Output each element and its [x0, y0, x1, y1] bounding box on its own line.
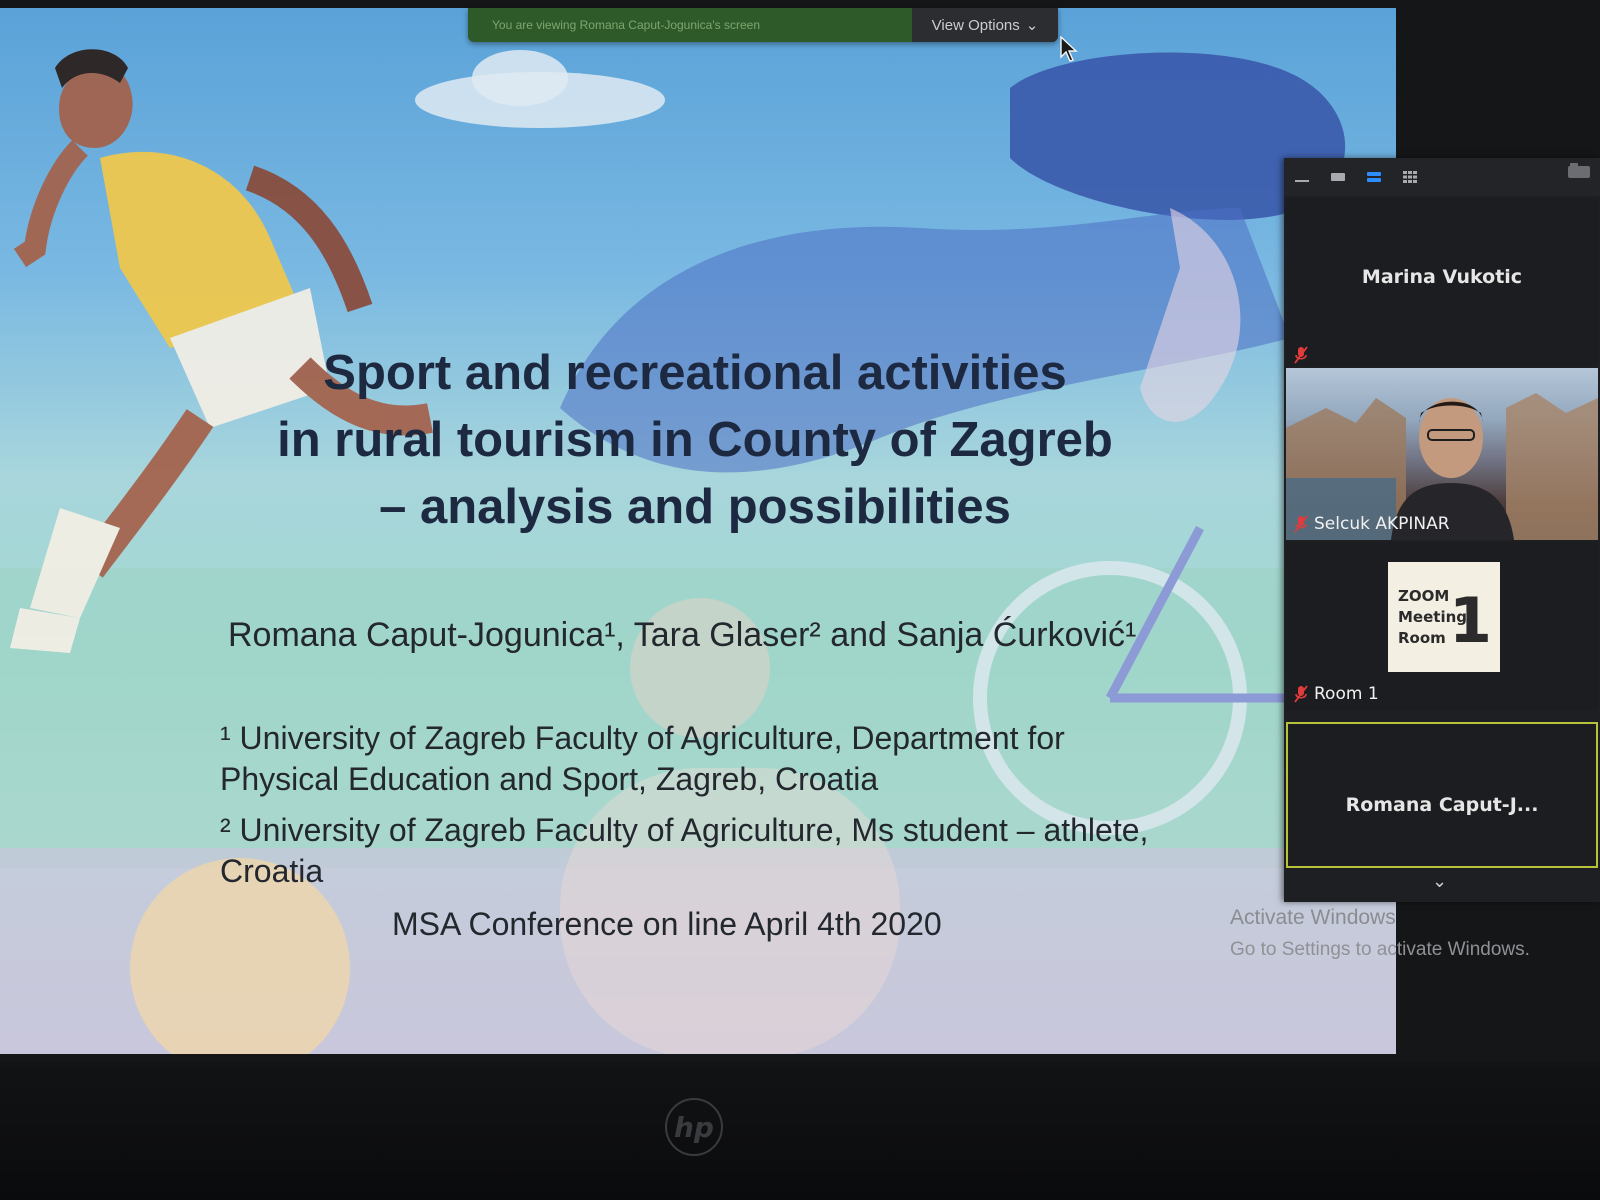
participant-name: Selcuk AKPINAR: [1314, 514, 1450, 534]
participant-status: Room 1: [1294, 684, 1379, 704]
share-status-text: You are viewing Romana Caput-Jogunica's …: [492, 18, 761, 32]
hp-logo-icon: hp: [665, 1098, 723, 1156]
muted-mic-icon: [1294, 685, 1308, 703]
slide-title: Sport and recreational activities in rur…: [150, 340, 1240, 541]
monitor-screen: Sport and recreational activities in rur…: [0, 0, 1600, 1062]
mouse-cursor-icon: [1060, 36, 1078, 62]
thumbnail-view-icon[interactable]: [1330, 171, 1346, 183]
minimize-icon[interactable]: [1294, 171, 1310, 183]
muted-mic-icon: [1294, 346, 1308, 364]
participant-tile-romana[interactable]: Romana Caput-J...: [1286, 722, 1598, 868]
watermark-line-1: Activate Windows: [1230, 906, 1396, 929]
slide-conference: MSA Conference on line April 4th 2020: [392, 906, 942, 942]
view-options-button[interactable]: View Options ⌄: [912, 8, 1058, 42]
room-card-number: 1: [1448, 584, 1492, 657]
panel-scroll-down-icon[interactable]: ⌄: [1432, 871, 1447, 892]
screen-share-bar: You are viewing Romana Caput-Jogunica's …: [468, 8, 1058, 42]
muted-mic-icon: [1294, 515, 1308, 533]
participant-status: Selcuk AKPINAR: [1294, 514, 1450, 534]
chevron-down-icon: ⌄: [1025, 17, 1039, 34]
slide-content: Sport and recreational activities in rur…: [0, 8, 1396, 1054]
slide-affiliation-1: ¹ University of Zagreb Faculty of Agricu…: [220, 720, 1065, 797]
windows-activation-watermark: Activate Windows Go to Settings to activ…: [1230, 902, 1530, 966]
laptop-bezel: [0, 1062, 1600, 1200]
slide-title-line-1: Sport and recreational activities: [323, 346, 1067, 400]
participant-video-panel: Marina Vukotic Selcuk AKPINAR ZOOM Meeti…: [1284, 158, 1600, 902]
participant-name: Romana Caput-J...: [1345, 794, 1539, 816]
view-options-label: View Options: [931, 16, 1020, 34]
panel-toolbar: [1284, 158, 1600, 196]
participant-tile-marina[interactable]: Marina Vukotic: [1286, 198, 1598, 366]
participant-tile-room-1[interactable]: ZOOM Meeting Room 1 Room 1: [1286, 542, 1598, 710]
slide-title-line-2: in rural tourism in County of Zagreb: [277, 413, 1113, 467]
watermark-line-2: Go to Settings to activate Windows.: [1230, 939, 1530, 960]
participant-name: Marina Vukotic: [1361, 266, 1523, 288]
slide-affiliation-2: ² University of Zagreb Faculty of Agricu…: [220, 812, 1149, 889]
chat-bubble-icon[interactable]: [1566, 162, 1592, 180]
participant-status: [1294, 346, 1308, 364]
gallery-view-icon[interactable]: [1402, 171, 1418, 183]
participant-tile-selcuk[interactable]: Selcuk AKPINAR: [1286, 368, 1598, 540]
speaker-view-icon[interactable]: [1366, 171, 1382, 183]
slide-authors: Romana Caput-Jogunica¹, Tara Glaser² and…: [228, 616, 1137, 654]
shared-screen-slide: Sport and recreational activities in rur…: [0, 8, 1396, 1054]
zoom-room-card: ZOOM Meeting Room 1: [1388, 562, 1500, 672]
participant-name: Room 1: [1314, 684, 1379, 704]
slide-title-line-3: – analysis and possibilities: [379, 480, 1011, 534]
